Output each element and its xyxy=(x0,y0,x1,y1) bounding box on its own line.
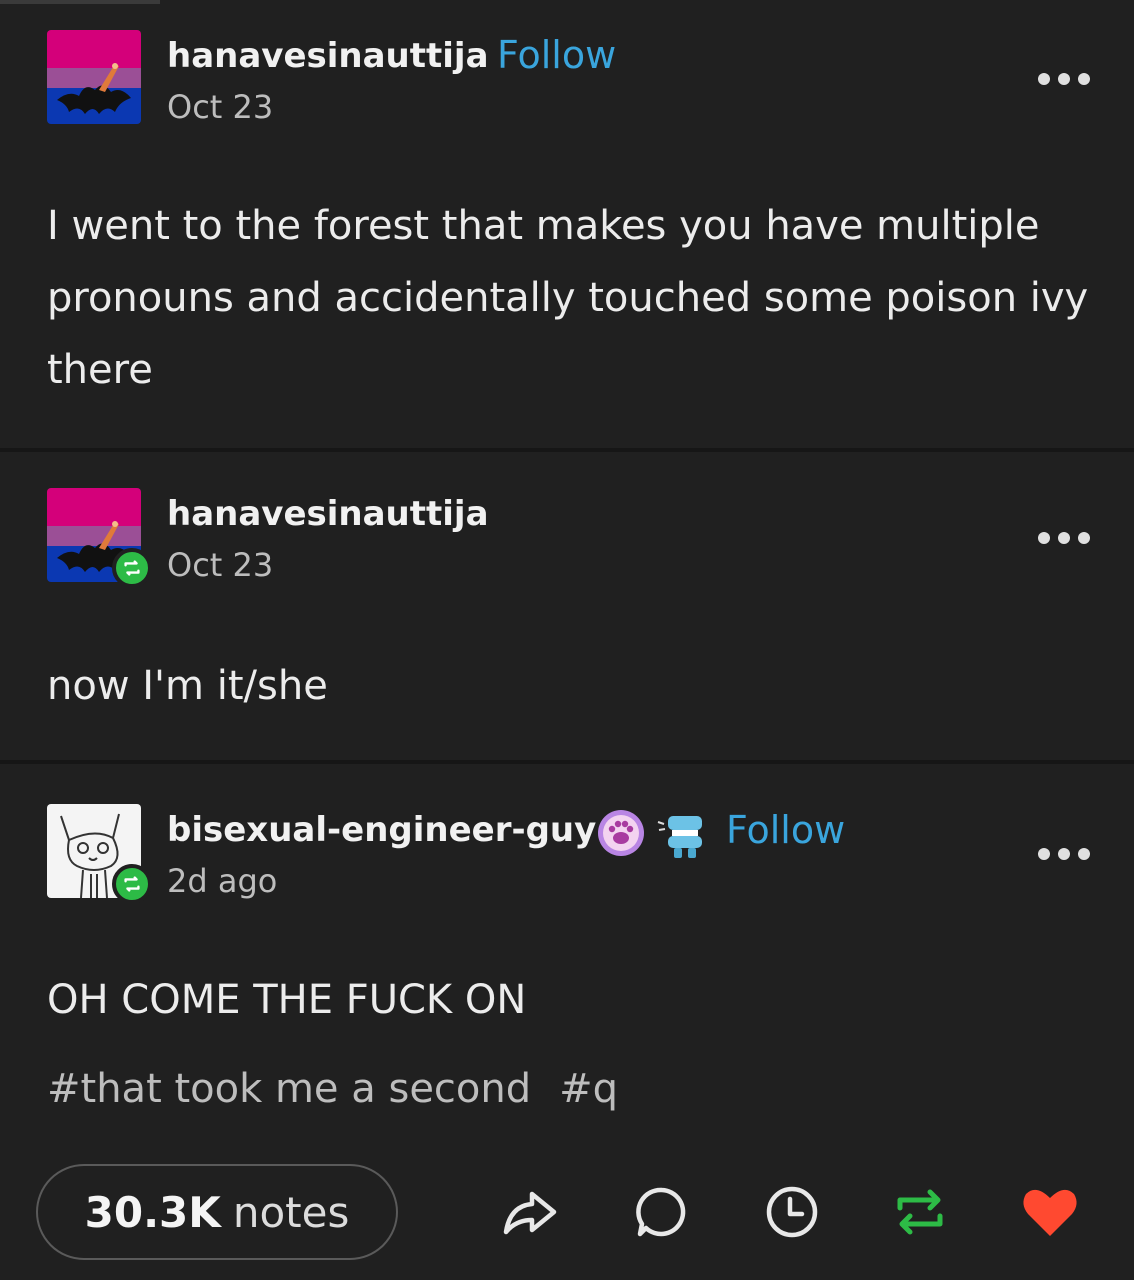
share-icon[interactable] xyxy=(500,1182,560,1242)
post-body: now I'm it/she xyxy=(47,663,328,709)
more-options-icon[interactable] xyxy=(1036,529,1092,545)
notes-label: notes xyxy=(232,1187,350,1237)
chattering-teeth-badge-icon[interactable] xyxy=(656,808,708,860)
original-post: hanavesinauttija Follow Oct 23 I went to… xyxy=(0,0,1134,448)
like-heart-icon[interactable] xyxy=(1020,1182,1080,1242)
reblog-post: hanavesinauttija Oct 23 now I'm it/she xyxy=(0,452,1134,760)
post-body: I went to the forest that makes you have… xyxy=(47,203,1089,393)
follow-button[interactable]: Follow xyxy=(497,33,616,77)
tumblr-post-thread: hanavesinauttija Follow Oct 23 I went to… xyxy=(0,0,1134,1280)
tag[interactable]: #that took me a second xyxy=(47,1066,531,1112)
tag-list: #that took me a second #q xyxy=(47,1066,646,1112)
follow-button[interactable]: Follow xyxy=(726,808,845,852)
paw-badge-icon[interactable] xyxy=(596,808,646,858)
username[interactable]: bisexual-engineer-guy xyxy=(167,810,596,850)
more-options-icon[interactable] xyxy=(1036,845,1092,861)
reply-icon[interactable] xyxy=(632,1182,692,1242)
reblog-icon[interactable] xyxy=(890,1182,950,1242)
notes-count: 30.3K xyxy=(84,1187,221,1237)
post-body: OH COME THE FUCK ON xyxy=(47,977,527,1023)
bat-icon xyxy=(57,63,131,114)
more-options-icon[interactable] xyxy=(1036,70,1092,86)
post-date[interactable]: 2d ago xyxy=(167,862,277,900)
avatar[interactable] xyxy=(47,30,141,124)
notes-button[interactable]: 30.3K notes xyxy=(36,1164,398,1260)
queue-clock-icon[interactable] xyxy=(762,1182,822,1242)
post-date[interactable]: Oct 23 xyxy=(167,88,273,126)
post-date[interactable]: Oct 23 xyxy=(167,546,273,584)
reblog-badge-icon xyxy=(112,548,152,588)
tag[interactable]: #q xyxy=(559,1066,618,1112)
reblog-post: bisexual-engineer-guy Follow 2d ago OH C… xyxy=(0,764,1134,1280)
username[interactable]: hanavesinauttija xyxy=(167,494,489,534)
reblog-badge-icon xyxy=(112,864,152,904)
username[interactable]: hanavesinauttija xyxy=(167,36,489,76)
